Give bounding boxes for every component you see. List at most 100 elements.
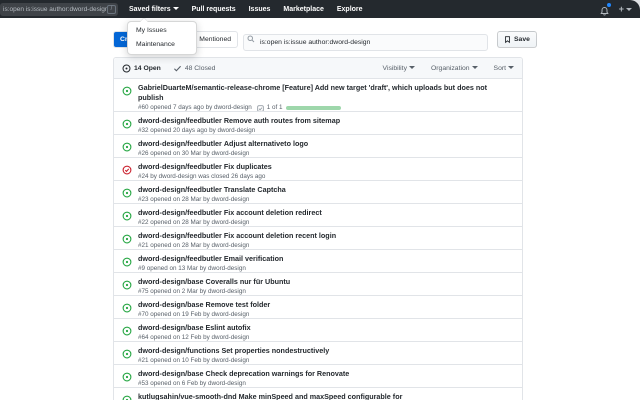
task-progress: 1 of 1: [257, 104, 341, 112]
check-icon: [173, 64, 182, 73]
issue-meta: #53 opened on 6 Feb by dword-design: [138, 380, 500, 388]
issue-meta: #9 opened on 13 Mar by dword-design: [138, 265, 500, 273]
issue-repo-link[interactable]: dword-design/functions: [138, 346, 219, 355]
issue-meta: #64 opened on 12 Feb by dword-design: [138, 334, 500, 342]
issue-opened-icon: [122, 211, 132, 221]
issue-row: dword-design/feedbutler Fix account dele…: [114, 204, 522, 227]
issue-repo-link[interactable]: dword-design/base: [138, 277, 204, 286]
global-header: / Saved filters Pull requests Issues Mar…: [0, 0, 640, 18]
browser-window: / Saved filters Pull requests Issues Mar…: [0, 0, 640, 400]
issue-title-link[interactable]: Check deprecation warnings for Renovate: [206, 369, 350, 378]
issue-row: dword-design/feedbutler Translate Captch…: [114, 181, 522, 204]
issue-opened-icon: [122, 142, 132, 152]
issue-row: dword-design/base Eslint autofix #64 ope…: [114, 319, 522, 342]
sort-filter[interactable]: Sort: [494, 65, 514, 72]
issue-opened-icon: [122, 349, 132, 359]
issue-opened-icon: [122, 326, 132, 336]
issue-repo-link[interactable]: dword-design/feedbutler: [138, 185, 222, 194]
issue-repo-link[interactable]: kutlugsahin/vue-smooth-dnd: [138, 392, 237, 400]
issue-repo-link[interactable]: dword-design/feedbutler: [138, 116, 222, 125]
chevron-down-icon: [409, 66, 415, 69]
issue-repo-link[interactable]: dword-design/feedbutler: [138, 139, 222, 148]
issue-closed-icon: [122, 165, 132, 175]
closed-issues-filter[interactable]: 48 Closed: [173, 64, 216, 73]
issue-opened-icon: [122, 280, 132, 290]
issue-row: dword-design/base Check deprecation warn…: [114, 365, 522, 388]
issue-opened-icon: [122, 119, 132, 129]
issue-row: dword-design/feedbutler Adjust alternati…: [114, 135, 522, 158]
dropdown-item-my-issues[interactable]: My Issues: [128, 24, 196, 38]
open-issues-filter[interactable]: 14 Open: [122, 64, 161, 73]
issue-meta: #70 opened on 19 Feb by dword-design: [138, 311, 500, 319]
issue-row: dword-design/feedbutler Email verificati…: [114, 250, 522, 273]
issue-title-link[interactable]: Fix account deletion redirect: [224, 208, 322, 217]
issue-row: kutlugsahin/vue-smooth-dnd Make minSpeed…: [114, 388, 522, 400]
global-search[interactable]: /: [0, 3, 118, 16]
issue-meta: #22 opened on 28 Mar by dword-design: [138, 219, 500, 227]
create-new-button[interactable]: +: [619, 5, 632, 14]
issue-title-link[interactable]: Remove test folder: [206, 300, 271, 309]
global-search-input[interactable]: [0, 6, 107, 13]
issues-search-input[interactable]: [243, 34, 488, 51]
issue-meta: #24 by dword-design was closed 26 days a…: [138, 173, 500, 181]
issue-opened-icon: [122, 395, 132, 400]
issue-row: dword-design/base Remove test folder #70…: [114, 296, 522, 319]
issue-meta: #75 opened on 2 Mar by dword-design: [138, 288, 500, 296]
visibility-filter[interactable]: Visibility: [383, 65, 415, 72]
issue-repo-link[interactable]: dword-design/feedbutler: [138, 231, 222, 240]
nav-saved-filters[interactable]: Saved filters: [129, 6, 179, 13]
plus-icon: +: [619, 5, 624, 14]
issue-title-link[interactable]: Set properties nondestructively: [221, 346, 329, 355]
issue-opened-icon: [122, 188, 132, 198]
saved-filters-dropdown: My Issues Maintenance: [127, 21, 197, 55]
issue-repo-link[interactable]: dword-design/feedbutler: [138, 208, 222, 217]
issue-title-link[interactable]: Email verification: [224, 254, 284, 263]
issue-title-link[interactable]: Adjust alternativeto logo: [224, 139, 308, 148]
issue-opened-icon: [122, 234, 132, 244]
list-filter-menus: Visibility Organization Sort: [383, 65, 514, 72]
issue-row: dword-design/feedbutler Fix duplicates #…: [114, 158, 522, 181]
dropdown-item-maintenance[interactable]: Maintenance: [128, 38, 196, 52]
header-right-icons: +: [599, 4, 632, 15]
issue-repo-link[interactable]: GabrielDuarteM/semantic-release-chrome: [138, 83, 280, 92]
tab-mentioned[interactable]: Mentioned: [192, 32, 237, 47]
save-filter-button[interactable]: Save: [497, 31, 537, 48]
issue-meta: #32 opened 20 days ago by dword-design: [138, 127, 500, 135]
issue-row: dword-design/base Coveralls nur für Ubun…: [114, 273, 522, 296]
notifications-bell-icon[interactable]: [599, 4, 610, 15]
checklist-icon: [257, 105, 264, 112]
issue-repo-link[interactable]: dword-design/feedbutler: [138, 162, 222, 171]
issue-title-link[interactable]: Make minSpeed and maxSpeed configurable …: [239, 392, 403, 400]
notification-dot: [607, 3, 611, 7]
slash-shortcut-badge: /: [107, 5, 116, 14]
issue-opened-icon: [122, 303, 132, 313]
issue-repo-link[interactable]: dword-design/base: [138, 369, 204, 378]
issue-meta: #23 opened on 28 Mar by dword-design: [138, 196, 500, 204]
issue-repo-link[interactable]: dword-design/base: [138, 300, 204, 309]
task-progress-bar: [286, 106, 341, 110]
issue-opened-icon: [122, 372, 132, 382]
issue-list-header: 14 Open 48 Closed Visibility Organizatio…: [114, 58, 522, 79]
chevron-down-icon: [472, 66, 478, 69]
issue-title-link[interactable]: Remove auth routes from sitemap: [224, 116, 340, 125]
issue-title-link[interactable]: Translate Captcha: [224, 185, 286, 194]
issue-row: dword-design/feedbutler Remove auth rout…: [114, 112, 522, 135]
nav-marketplace[interactable]: Marketplace: [283, 6, 323, 13]
issue-row: dword-design/feedbutler Fix account dele…: [114, 227, 522, 250]
issue-title-link[interactable]: Fix account deletion recent login: [224, 231, 336, 240]
bookmark-icon: [504, 35, 511, 44]
issue-row: dword-design/functions Set properties no…: [114, 342, 522, 365]
issue-repo-link[interactable]: dword-design/base: [138, 323, 204, 332]
search-icon: [247, 35, 255, 43]
issue-meta: #21 opened on 28 Mar by dword-design: [138, 242, 500, 250]
nav-issues[interactable]: Issues: [249, 6, 271, 13]
issue-title-link[interactable]: Eslint autofix: [206, 323, 251, 332]
organization-filter[interactable]: Organization: [431, 65, 478, 72]
issue-opened-icon: [122, 257, 132, 267]
issue-title-link[interactable]: Fix duplicates: [224, 162, 272, 171]
nav-explore[interactable]: Explore: [337, 6, 363, 13]
issue-meta: #21 opened on 10 Feb by dword-design: [138, 357, 500, 365]
issue-repo-link[interactable]: dword-design/feedbutler: [138, 254, 222, 263]
nav-pull-requests[interactable]: Pull requests: [192, 6, 236, 13]
issue-title-link[interactable]: Coveralls nur für Ubuntu: [206, 277, 291, 286]
